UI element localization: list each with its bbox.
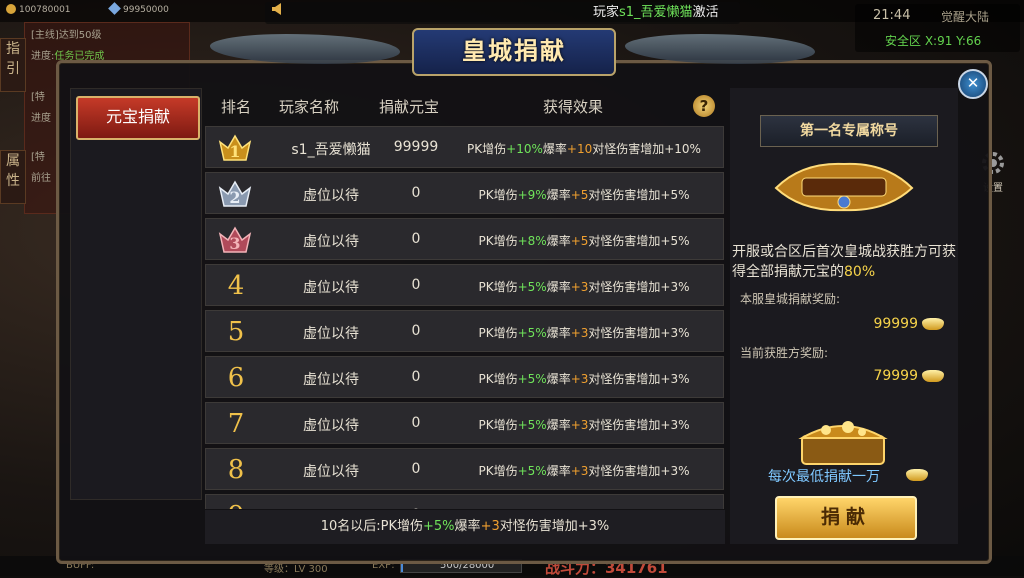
rank-number: 4 bbox=[227, 271, 245, 301]
rank-number: 9 bbox=[218, 499, 254, 509]
close-icon: ✕ bbox=[966, 74, 980, 92]
winner-reward-label: 当前获胜方奖励: bbox=[740, 346, 829, 360]
medal-bronze-icon: 3 bbox=[218, 226, 252, 253]
player-name: 虚位以待 bbox=[303, 188, 359, 204]
player-name: 虚位以待 bbox=[303, 372, 359, 388]
dragon-right-ornament bbox=[625, 34, 815, 64]
gem-amount: 99950000 bbox=[123, 5, 169, 15]
help-icon: ? bbox=[699, 97, 709, 115]
gold-coin-icon bbox=[6, 4, 16, 14]
close-button[interactable]: ✕ bbox=[958, 69, 988, 99]
announcement-text: 玩家s1_吾爱懒猫激活 bbox=[593, 5, 719, 20]
effect-text: PK增伤+5%爆率+3对怪伤害增加+3% bbox=[478, 418, 690, 432]
quest-line: [主线]达到50级 bbox=[31, 30, 102, 41]
effect-text: PK增伤+5%爆率+3对怪伤害增加+3% bbox=[478, 464, 690, 478]
winner-reward-amount: 79999 bbox=[873, 368, 918, 384]
zone-coordinates: 安全区 X:91 Y:66 bbox=[885, 34, 982, 48]
map-name: 觉醒大陆 bbox=[941, 10, 990, 24]
donate-button[interactable]: 捐献 bbox=[775, 496, 917, 540]
medal-silver-icon: 2 bbox=[218, 180, 252, 207]
table-header: 排名 玩家名称 捐献元宝 获得效果 bbox=[205, 88, 725, 124]
donation-amount: 0 bbox=[411, 415, 421, 431]
table-row: 9 虚位以待0PK增伤+5%爆率+3对怪伤害增加+3% bbox=[205, 494, 724, 509]
tab-panel bbox=[70, 88, 202, 500]
donation-amount: 0 bbox=[411, 369, 421, 385]
donation-amount: 0 bbox=[411, 185, 421, 201]
rank-number: 8 bbox=[227, 455, 245, 485]
effect-text: PK增伤+5%爆率+3对怪伤害增加+3% bbox=[478, 280, 690, 294]
table-row: 3 虚位以待 0 PK增伤+8%爆率+5对怪伤害增加+5% bbox=[205, 218, 724, 260]
effect-text: PK增伤+10%爆率+10对怪伤害增加+10% bbox=[467, 142, 701, 156]
table-row: 5 虚位以待 0 PK增伤+5%爆率+3对怪伤害增加+3% bbox=[205, 310, 724, 352]
donation-amount: 0 bbox=[411, 231, 421, 247]
donation-amount: 0 bbox=[411, 277, 421, 293]
server-reward-label: 本服皇城捐献奖励: bbox=[740, 292, 841, 306]
column-effect: 获得效果 bbox=[543, 98, 604, 116]
gold-amount: 100780001 bbox=[19, 5, 71, 15]
minimap-info[interactable]: 21:44 觉醒大陆 安全区 X:91 Y:66 bbox=[855, 4, 1020, 52]
title-emblem bbox=[772, 158, 916, 216]
table-row: 8 虚位以待 0 PK增伤+5%爆率+3对怪伤害增加+3% bbox=[205, 448, 724, 490]
column-rank: 排名 bbox=[221, 98, 252, 116]
table-row: 2 虚位以待 0 PK增伤+9%爆率+5对怪伤害增加+5% bbox=[205, 172, 724, 214]
guide-tab[interactable]: 指引 bbox=[0, 38, 26, 92]
donation-amount: 0 bbox=[411, 323, 421, 339]
horn-icon bbox=[271, 2, 285, 24]
rank-number: 6 bbox=[227, 363, 245, 393]
rank-number: 2 bbox=[229, 188, 240, 207]
donation-amount: 99999 bbox=[393, 139, 439, 155]
attributes-tab[interactable]: 属性 bbox=[0, 150, 26, 204]
rank-number: 5 bbox=[227, 317, 245, 347]
rank-number: 1 bbox=[229, 142, 240, 161]
effect-text: PK增伤+8%爆率+5对怪伤害增加+5% bbox=[478, 234, 690, 248]
donation-amount: 0 bbox=[411, 461, 421, 477]
help-button[interactable]: ? bbox=[693, 95, 715, 117]
clock: 21:44 bbox=[873, 8, 911, 23]
column-donation: 捐献元宝 bbox=[379, 98, 440, 116]
table-row: 6 虚位以待 0 PK增伤+5%爆率+3对怪伤害增加+3% bbox=[205, 356, 724, 398]
player-name: 虚位以待 bbox=[266, 507, 396, 509]
donation-amount: 0 bbox=[391, 507, 441, 509]
ranking-list[interactable]: 1 s1_吾爱懒猫 99999 PK增伤+10%爆率+10对怪伤害增加+10% 2 虚位以… bbox=[205, 124, 725, 509]
player-name: s1_吾爱懒猫 bbox=[291, 142, 371, 158]
rank-after-10-note: 10名以后:PK增伤+5%爆率+3对怪伤害增加+3% bbox=[205, 510, 725, 544]
table-row: 4 虚位以待 0 PK增伤+5%爆率+3对怪伤害增加+3% bbox=[205, 264, 724, 306]
gold-ingot-icon bbox=[922, 318, 944, 330]
gem-resource: 99950000 bbox=[108, 2, 169, 15]
title-banner: 皇城捐献 bbox=[200, 22, 825, 78]
effect-text: PK增伤+9%爆率+5对怪伤害增加+5% bbox=[478, 188, 690, 202]
rank-number: 7 bbox=[227, 409, 245, 439]
gold-resource: 100780001 bbox=[6, 4, 71, 15]
player-name: 虚位以待 bbox=[303, 326, 359, 342]
effect-text: PK增伤+5%爆率+3对怪伤害增加+3% bbox=[478, 372, 690, 386]
table-row: 7 虚位以待 0 PK增伤+5%爆率+3对怪伤害增加+3% bbox=[205, 402, 724, 444]
announcement-bar: 玩家s1_吾爱懒猫激活 bbox=[265, 2, 740, 24]
treasure-chest-icon bbox=[796, 418, 890, 466]
player-name: 虚位以待 bbox=[303, 418, 359, 434]
exclusive-title-header: 第一名专属称号 bbox=[760, 115, 938, 147]
column-player-name: 玩家名称 bbox=[279, 98, 340, 116]
minimum-donation-note: 每次最低捐献一万 bbox=[768, 469, 880, 485]
medal-gold-icon: 1 bbox=[218, 134, 252, 161]
table-row: 1 s1_吾爱懒猫 99999 PK增伤+10%爆率+10对怪伤害增加+10% bbox=[205, 126, 724, 168]
server-reward-amount: 99999 bbox=[873, 316, 918, 332]
gold-ingot-icon bbox=[922, 370, 944, 382]
rank-number: 3 bbox=[229, 234, 240, 253]
tab-ingot-donation[interactable]: 元宝捐献 bbox=[76, 96, 200, 140]
effect-text: PK增伤+5%爆率+3对怪伤害增加+3% bbox=[478, 326, 690, 340]
player-name: 虚位以待 bbox=[303, 464, 359, 480]
reward-description: 开服或合区后首次皇城战获胜方可获得全部捐献元宝的80% bbox=[732, 244, 956, 280]
gold-ingot-icon bbox=[906, 469, 928, 481]
gem-icon bbox=[108, 2, 121, 15]
window-title: 皇城捐献 bbox=[412, 28, 616, 76]
player-name: 虚位以待 bbox=[303, 280, 359, 296]
effect-text: PK增伤+5%爆率+3对怪伤害增加+3% bbox=[444, 508, 724, 509]
dragon-left-ornament bbox=[210, 34, 400, 64]
player-name: 虚位以待 bbox=[303, 234, 359, 250]
